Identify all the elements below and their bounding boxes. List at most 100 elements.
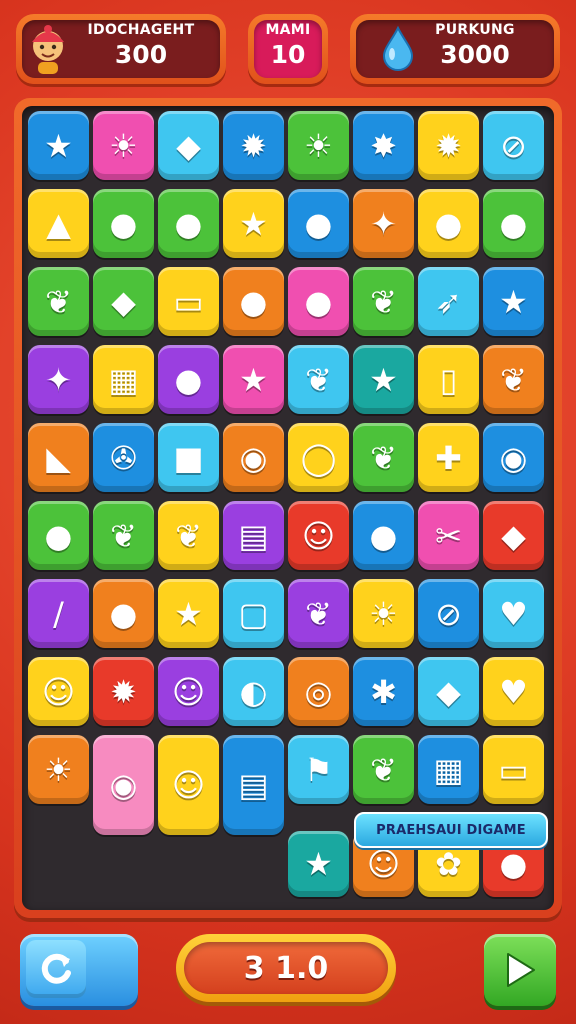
game-tile[interactable]: ❦ xyxy=(288,579,349,648)
game-tile[interactable]: ▦ xyxy=(418,735,479,804)
game-tile[interactable]: ★ xyxy=(28,111,89,180)
game-tile[interactable]: ● xyxy=(288,189,349,258)
game-tile[interactable]: ▲ xyxy=(28,189,89,258)
game-tile[interactable]: ⊘ xyxy=(483,111,544,180)
game-tile[interactable]: ❦ xyxy=(353,267,414,336)
game-tile[interactable]: ♥ xyxy=(483,657,544,726)
game-tile[interactable]: ◆ xyxy=(418,657,479,726)
ring-icon: ◯ xyxy=(300,438,337,477)
game-tile[interactable]: ◉ xyxy=(93,735,154,835)
game-tile[interactable]: ⊘ xyxy=(418,579,479,648)
game-tile[interactable]: ☺ xyxy=(28,657,89,726)
game-tile[interactable]: ✱ xyxy=(353,657,414,726)
game-tile[interactable]: ✂ xyxy=(418,501,479,570)
game-tile[interactable]: ☺ xyxy=(158,657,219,726)
game-tile[interactable]: ❦ xyxy=(28,267,89,336)
game-tile[interactable]: ✹ xyxy=(418,111,479,180)
game-tile[interactable]: ◆ xyxy=(158,111,219,180)
game-tile[interactable]: ◆ xyxy=(93,267,154,336)
hud-middle-panel: MAMI 10 xyxy=(248,14,328,84)
game-tile[interactable]: / xyxy=(28,579,89,648)
game-tile[interactable]: ◉ xyxy=(483,423,544,492)
game-tile[interactable]: ● xyxy=(288,267,349,336)
game-tile[interactable]: ➶ xyxy=(418,267,479,336)
game-tile[interactable]: ■ xyxy=(158,423,219,492)
sun-icon: ☀ xyxy=(304,126,333,165)
game-tile[interactable]: ❦ xyxy=(288,345,349,414)
game-tile[interactable]: ✇ xyxy=(93,423,154,492)
game-tile[interactable]: ❦ xyxy=(158,501,219,570)
game-tile[interactable]: ▦ xyxy=(93,345,154,414)
game-tile[interactable]: ✦ xyxy=(28,345,89,414)
box-icon: ■ xyxy=(173,438,204,477)
axe-icon: ✇ xyxy=(110,438,137,477)
arrow-icon: ➶ xyxy=(435,282,462,321)
window-icon: ▤ xyxy=(238,516,269,555)
flag-icon: ⚑ xyxy=(304,750,333,789)
game-tile[interactable]: ◐ xyxy=(223,657,284,726)
game-tile[interactable]: ★ xyxy=(158,579,219,648)
game-tile[interactable]: ❦ xyxy=(93,501,154,570)
game-tile[interactable]: ● xyxy=(223,267,284,336)
game-tile[interactable]: ❦ xyxy=(483,345,544,414)
balloon-icon: ● xyxy=(369,516,398,555)
game-tile[interactable]: ● xyxy=(483,189,544,258)
refresh-button[interactable] xyxy=(20,934,138,1006)
game-tile[interactable]: ★ xyxy=(483,267,544,336)
game-tile[interactable]: ▯ xyxy=(418,345,479,414)
bus-icon: ▭ xyxy=(498,750,529,789)
game-tile[interactable]: ◆ xyxy=(483,501,544,570)
game-tile[interactable]: ◯ xyxy=(288,423,349,492)
game-tile[interactable]: ● xyxy=(353,501,414,570)
game-tile[interactable]: ✚ xyxy=(418,423,479,492)
game-tile[interactable]: ☀ xyxy=(353,579,414,648)
corn-icon: ◆ xyxy=(501,516,526,555)
game-tile[interactable]: ◣ xyxy=(28,423,89,492)
peach-icon: ● xyxy=(304,282,333,321)
sun-icon: ✸ xyxy=(370,126,397,165)
game-tile[interactable]: ▤ xyxy=(223,735,284,835)
game-tile[interactable]: ✹ xyxy=(223,111,284,180)
game-tile[interactable]: ✸ xyxy=(353,111,414,180)
game-tile[interactable]: ▢ xyxy=(223,579,284,648)
game-tile[interactable]: ❦ xyxy=(353,735,414,804)
play-button[interactable] xyxy=(484,934,556,1006)
game-tile[interactable]: ★ xyxy=(288,831,349,897)
game-tile[interactable]: ● xyxy=(158,345,219,414)
star-icon: ★ xyxy=(174,594,203,633)
game-tile[interactable]: ▭ xyxy=(158,267,219,336)
leaf-icon: ✦ xyxy=(370,204,397,243)
game-tile[interactable]: ● xyxy=(93,189,154,258)
lemon-icon: ◆ xyxy=(111,282,136,321)
heart-icon: ♥ xyxy=(499,672,528,711)
game-tile[interactable]: ● xyxy=(93,579,154,648)
game-tile[interactable]: ★ xyxy=(223,189,284,258)
game-tile[interactable]: ☺ xyxy=(288,501,349,570)
game-tile[interactable]: ★ xyxy=(223,345,284,414)
score-bar: 3 1.0 xyxy=(176,934,396,1002)
game-tile[interactable]: ▭ xyxy=(483,735,544,804)
game-tile[interactable]: ☀ xyxy=(28,735,89,804)
game-tile[interactable]: ★ xyxy=(353,345,414,414)
game-tile[interactable]: ☀ xyxy=(288,111,349,180)
ring-icon: ◉ xyxy=(109,766,138,804)
leaf-icon: ❦ xyxy=(370,438,397,477)
ghost-icon: ☺ xyxy=(41,672,76,711)
game-tile[interactable]: ☺ xyxy=(158,735,219,835)
game-tile[interactable]: ● xyxy=(158,189,219,258)
game-tile[interactable]: ✹ xyxy=(93,657,154,726)
game-tile[interactable]: ● xyxy=(418,189,479,258)
game-tile[interactable]: ♥ xyxy=(483,579,544,648)
game-tile[interactable]: ◎ xyxy=(288,657,349,726)
game-tile[interactable]: ⚑ xyxy=(288,735,349,804)
balloon-icon: ● xyxy=(499,845,528,883)
game-tile[interactable]: ❦ xyxy=(353,423,414,492)
lemon-icon: ● xyxy=(174,204,203,243)
game-tile[interactable]: ☀ xyxy=(93,111,154,180)
leaf-icon: ❦ xyxy=(305,594,332,633)
game-tile[interactable]: ▤ xyxy=(223,501,284,570)
cat-icon: ☺ xyxy=(171,766,206,804)
game-tile[interactable]: ◉ xyxy=(223,423,284,492)
game-tile[interactable]: ● xyxy=(28,501,89,570)
game-tile[interactable]: ✦ xyxy=(353,189,414,258)
